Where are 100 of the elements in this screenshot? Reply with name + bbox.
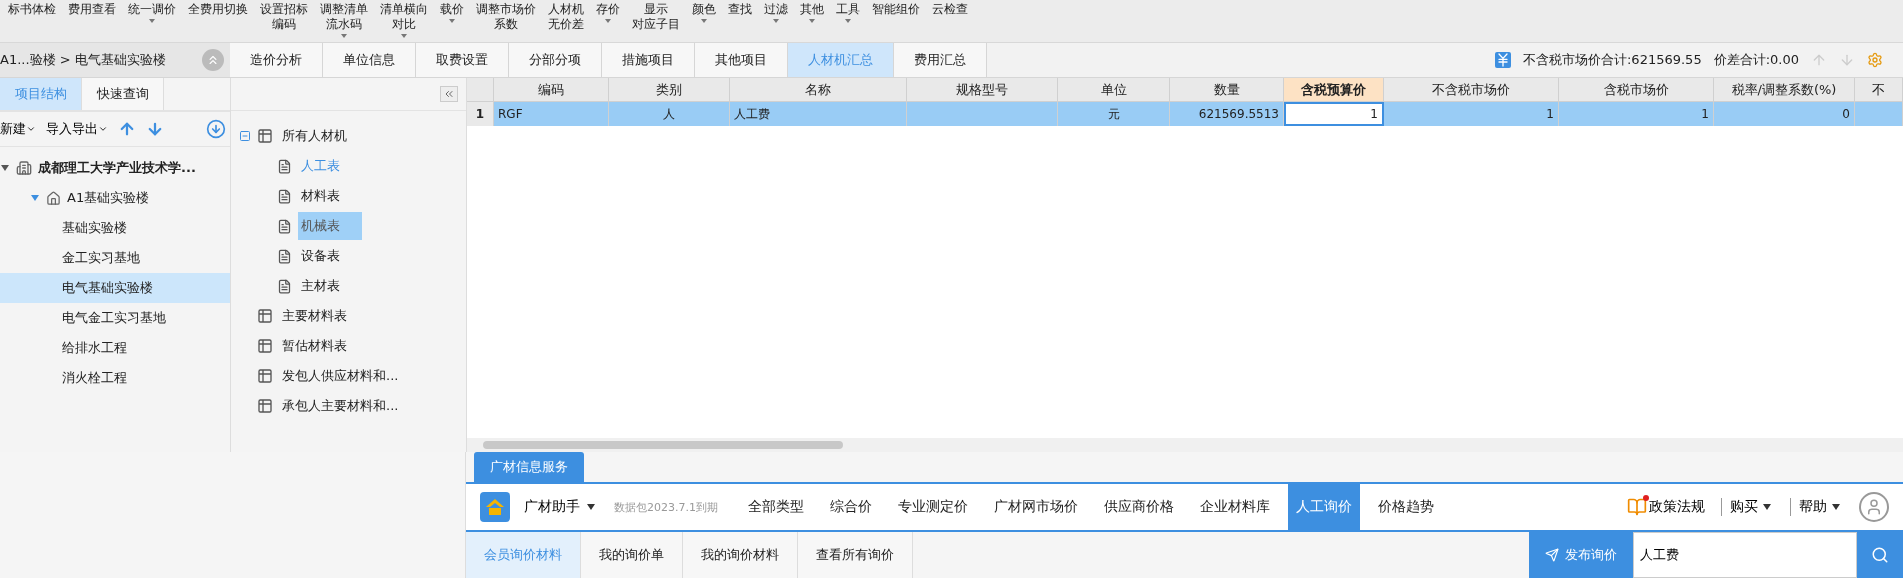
collapse-panel-button[interactable] bbox=[440, 86, 458, 102]
new-menu[interactable]: 新建 bbox=[0, 120, 36, 138]
toolbar-button[interactable]: 调整市场价 系数 bbox=[470, 0, 542, 32]
toolbar-button[interactable]: 载价 bbox=[434, 0, 470, 25]
toolbar-button[interactable]: 存价 bbox=[590, 0, 626, 25]
nav-tab[interactable]: 供应商价格 bbox=[1096, 484, 1182, 530]
tree-item[interactable]: 基础实验楼 bbox=[0, 213, 230, 243]
chevrons-up-icon bbox=[206, 53, 220, 67]
column-header[interactable]: 类别 bbox=[609, 78, 730, 102]
nav-tab[interactable]: 企业材料库 bbox=[1192, 484, 1278, 530]
column-header[interactable]: 数量 bbox=[1170, 78, 1284, 102]
market-total: 不含税市场价合计:621569.55 bbox=[1523, 51, 1702, 69]
main-tab[interactable]: 分部分项 bbox=[509, 43, 602, 77]
toolbar-button[interactable]: 查找 bbox=[722, 0, 758, 17]
toolbar-button[interactable]: 设置招标 编码 bbox=[254, 0, 314, 32]
nav-tab[interactable]: 专业测定价 bbox=[890, 484, 976, 530]
price-diff-total: 价差合计:0.00 bbox=[1713, 51, 1799, 69]
column-header[interactable]: 单位 bbox=[1058, 78, 1170, 102]
table-cell: 621569.5513 bbox=[1170, 102, 1284, 126]
toolbar-button[interactable]: 标书体检 bbox=[2, 0, 62, 17]
tree-item[interactable]: 成都理工大学产业技术学... bbox=[0, 153, 230, 183]
policy-link[interactable]: 政策法规 bbox=[1621, 496, 1711, 518]
arrow-down-icon[interactable] bbox=[146, 120, 164, 138]
category-item[interactable]: 材料表 bbox=[298, 182, 362, 210]
tree-item[interactable]: A1基础实验楼 bbox=[0, 183, 230, 213]
main-tab[interactable]: 费用汇总 bbox=[894, 43, 987, 77]
category-item[interactable]: 机械表 bbox=[298, 212, 362, 240]
table-cell bbox=[1855, 102, 1903, 126]
column-header[interactable]: 不含税市场价 bbox=[1384, 78, 1559, 102]
collapse-button[interactable] bbox=[202, 49, 224, 71]
document-icon bbox=[277, 218, 292, 234]
breadcrumb: A1...验楼 > 电气基础实验楼 bbox=[0, 51, 166, 69]
nav-tab[interactable]: 广材网市场价 bbox=[986, 484, 1086, 530]
search-button[interactable] bbox=[1857, 532, 1903, 578]
search-field[interactable]: 人工费 bbox=[1633, 532, 1857, 578]
category-item[interactable]: 主材表 bbox=[298, 272, 362, 300]
column-header[interactable]: 编码 bbox=[494, 78, 609, 102]
chevrons-left-icon bbox=[443, 88, 455, 100]
logo-icon bbox=[480, 492, 510, 522]
nav-tab[interactable]: 全部类型 bbox=[740, 484, 812, 530]
expanded-arrow-icon[interactable] bbox=[0, 164, 10, 172]
download-icon[interactable] bbox=[206, 119, 226, 139]
main-tab[interactable]: 措施项目 bbox=[602, 43, 695, 77]
expanded-arrow-icon[interactable] bbox=[30, 194, 40, 202]
main-tab[interactable]: 其他项目 bbox=[695, 43, 788, 77]
column-header[interactable]: 规格型号 bbox=[907, 78, 1058, 102]
category-item[interactable]: 所有人材机 bbox=[279, 122, 369, 150]
category-item[interactable]: 发包人供应材料和... bbox=[279, 362, 421, 390]
settings-icon[interactable] bbox=[1867, 52, 1883, 68]
tree-item[interactable]: 电气金工实习基地 bbox=[0, 303, 230, 333]
document-icon bbox=[277, 278, 292, 294]
column-header[interactable]: 税率/调整系数(%) bbox=[1714, 78, 1855, 102]
toolbar-button[interactable]: 云检查 bbox=[926, 0, 974, 17]
column-header[interactable]: 含税预算价 bbox=[1284, 78, 1384, 102]
toolbar-button[interactable]: 颜色 bbox=[686, 0, 722, 25]
toolbar-button[interactable]: 智能组价 bbox=[866, 0, 926, 17]
nav-tab[interactable]: 综合价 bbox=[822, 484, 880, 530]
buy-menu[interactable]: 购买 bbox=[1721, 498, 1780, 516]
category-item[interactable]: 承包人主要材料和... bbox=[279, 392, 421, 420]
toolbar-button[interactable]: 其他 bbox=[794, 0, 830, 25]
caret-icon bbox=[586, 503, 596, 511]
assistant-menu[interactable]: 广材助手 bbox=[520, 498, 604, 516]
main-tab[interactable]: 取费设置 bbox=[416, 43, 509, 77]
table-icon bbox=[257, 338, 273, 354]
toolbar-button[interactable]: 显示 对应子目 bbox=[626, 0, 686, 32]
toolbar-button[interactable]: 过滤 bbox=[758, 0, 794, 25]
tree-item[interactable]: 消火栓工程 bbox=[0, 363, 230, 393]
caret-icon bbox=[772, 17, 780, 25]
collapse-icon[interactable] bbox=[239, 130, 251, 142]
category-item[interactable]: 暂估材料表 bbox=[279, 332, 369, 360]
tree-item[interactable]: 给排水工程 bbox=[0, 333, 230, 363]
toolbar-button[interactable]: 调整清单 流水码 bbox=[314, 0, 374, 40]
toolbar-button[interactable]: 人材机 无价差 bbox=[542, 0, 590, 32]
caret-icon bbox=[700, 17, 708, 25]
edit-field[interactable]: 1 bbox=[1284, 102, 1384, 126]
scrollbar-thumb[interactable] bbox=[483, 441, 843, 449]
caret-icon bbox=[400, 32, 408, 40]
category-item[interactable]: 主要材料表 bbox=[279, 302, 369, 330]
column-header[interactable]: 名称 bbox=[730, 78, 907, 102]
toolbar-button[interactable]: 全费用切换 bbox=[182, 0, 254, 17]
toolbar-button[interactable]: 工具 bbox=[830, 0, 866, 25]
toolbar-button[interactable]: 费用查看 bbox=[62, 0, 122, 17]
avatar[interactable] bbox=[1859, 492, 1889, 522]
arrow-up-icon[interactable] bbox=[118, 120, 136, 138]
table-cell: 元 bbox=[1058, 102, 1170, 126]
help-menu[interactable]: 帮助 bbox=[1790, 498, 1849, 516]
send-icon bbox=[1545, 548, 1559, 562]
toolbar-button[interactable]: 清单横向 对比 bbox=[374, 0, 434, 40]
column-header[interactable]: 不 bbox=[1855, 78, 1903, 102]
tree-item[interactable]: 金工实习基地 bbox=[0, 243, 230, 273]
table-icon bbox=[257, 308, 273, 324]
tree-item[interactable]: 电气基础实验楼 bbox=[0, 273, 230, 303]
import-export-menu[interactable]: 导入导出 bbox=[46, 120, 108, 138]
main-tab[interactable]: 单位信息 bbox=[323, 43, 416, 77]
column-header[interactable]: 含税市场价 bbox=[1559, 78, 1714, 102]
nav-tab[interactable]: 价格趋势 bbox=[1370, 484, 1442, 530]
main-tab[interactable]: 造价分析 bbox=[230, 43, 323, 77]
category-item[interactable]: 设备表 bbox=[298, 242, 362, 270]
toolbar-button[interactable]: 统一调价 bbox=[122, 0, 182, 25]
home-icon bbox=[46, 190, 61, 206]
